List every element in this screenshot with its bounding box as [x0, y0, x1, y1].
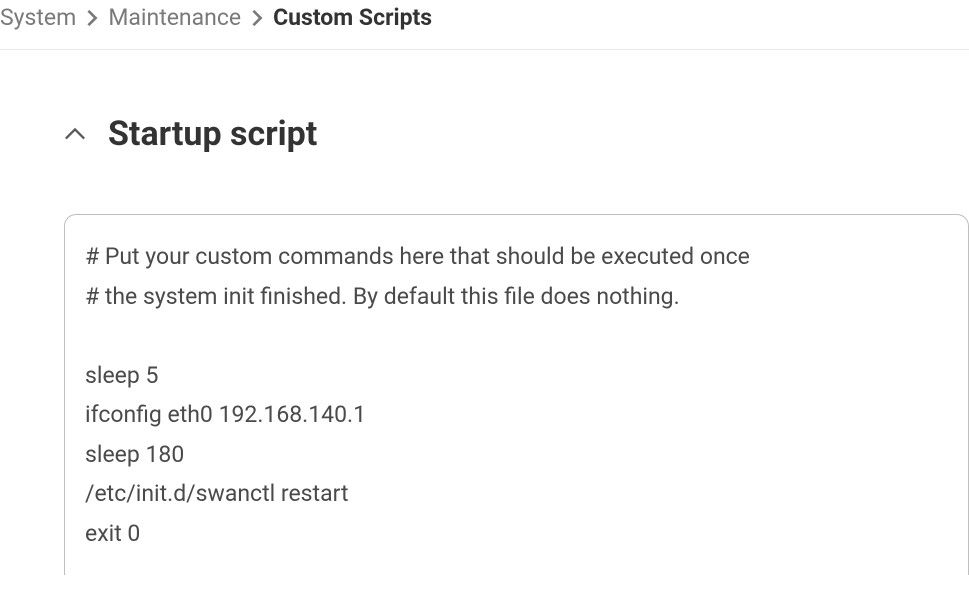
- chevron-right-icon: [86, 9, 98, 27]
- content-area: Startup script # Put your custom command…: [0, 50, 969, 575]
- breadcrumb-item-system[interactable]: System: [0, 4, 76, 31]
- startup-script-textarea[interactable]: # Put your custom commands here that sho…: [64, 214, 969, 575]
- chevron-right-icon: [251, 9, 263, 27]
- breadcrumb-item-custom-scripts: Custom Scripts: [273, 4, 432, 31]
- section-header-startup-script[interactable]: Startup script: [64, 114, 969, 154]
- breadcrumb-item-maintenance[interactable]: Maintenance: [108, 4, 241, 31]
- breadcrumb: System Maintenance Custom Scripts: [0, 0, 969, 50]
- section-title: Startup script: [108, 114, 317, 154]
- chevron-up-icon: [64, 127, 86, 141]
